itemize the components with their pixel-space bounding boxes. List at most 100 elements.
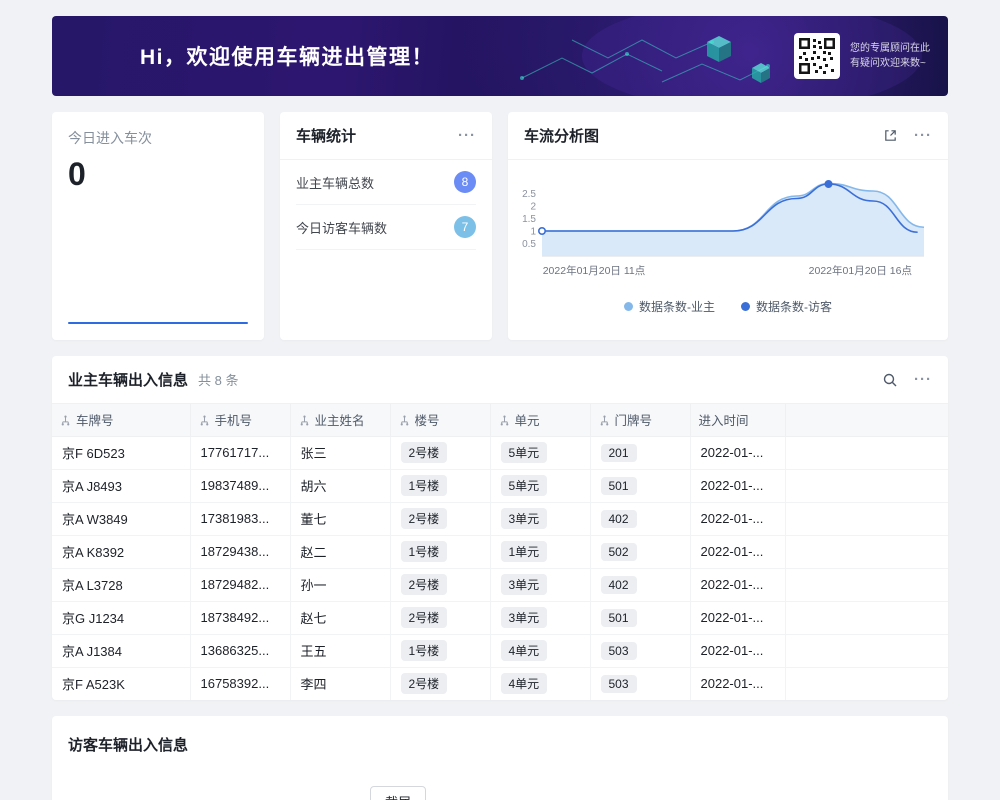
- qr-caption-line2: 有疑问欢迎来数~: [850, 56, 930, 71]
- table-cell-blank: [785, 535, 948, 568]
- table-cell: 1单元: [490, 535, 590, 568]
- owner-table: 车牌号手机号业主姓名楼号单元门牌号进入时间 京F 6D52317761717..…: [52, 404, 948, 700]
- qr-code[interactable]: [794, 33, 840, 79]
- field-type-icon: [599, 415, 610, 426]
- qr-caption-line1: 您的专属顾问在此: [850, 41, 930, 56]
- cell-tag: 1号楼: [401, 640, 448, 661]
- table-cell: 1号楼: [390, 469, 490, 502]
- legend-item[interactable]: 数据条数-业主: [624, 298, 715, 315]
- table-cell: 1号楼: [390, 535, 490, 568]
- legend-item[interactable]: 数据条数-访客: [741, 298, 832, 315]
- table-cell-blank: [785, 601, 948, 634]
- table-row[interactable]: 京A J138413686325...王五1号楼4单元5032022-01-..…: [52, 634, 948, 667]
- owner-vehicle-table-card: 业主车辆出入信息 共 8 条 ··· 车牌号手机号业主姓名楼号单元门牌号进入时间…: [52, 356, 948, 700]
- visitor-table-title: 访客车辆出入信息: [52, 716, 948, 755]
- table-cell: 502: [590, 535, 690, 568]
- qr-code-image: [797, 36, 837, 76]
- field-type-icon: [399, 415, 410, 426]
- stat-item[interactable]: 今日访客车辆数7: [296, 205, 476, 250]
- column-header[interactable]: 门牌号: [590, 404, 690, 436]
- table-row[interactable]: 京F 6D52317761717...张三2号楼5单元2012022-01-..…: [52, 436, 948, 469]
- more-icon[interactable]: ···: [458, 128, 476, 143]
- table-cell-blank: [785, 568, 948, 601]
- column-header-label: 单元: [515, 414, 540, 428]
- table-cell: 17381983...: [190, 502, 290, 535]
- field-type-icon: [499, 415, 510, 426]
- vehicle-stats-card: 车辆统计 ··· 业主车辆总数8今日访客车辆数7: [280, 112, 492, 340]
- table-cell: 18729482...: [190, 568, 290, 601]
- table-cell: 501: [590, 601, 690, 634]
- svg-text:1.5: 1.5: [522, 214, 536, 225]
- cell-tag: 3单元: [501, 574, 548, 595]
- column-header[interactable]: 手机号: [190, 404, 290, 436]
- svg-text:0.5: 0.5: [522, 239, 536, 250]
- column-header[interactable]: 楼号: [390, 404, 490, 436]
- table-cell: 402: [590, 568, 690, 601]
- table-cell: 13686325...: [190, 634, 290, 667]
- table-row[interactable]: 京G J123418738492...赵七2号楼3单元5012022-01-..…: [52, 601, 948, 634]
- table-row[interactable]: 京A L372818729482...孙一2号楼3单元4022022-01-..…: [52, 568, 948, 601]
- cell-tag: 2号楼: [401, 442, 448, 463]
- welcome-banner: Hi，欢迎使用车辆进出管理！: [52, 16, 948, 96]
- column-header-label: 业主姓名: [315, 414, 365, 428]
- column-header-blank: [785, 404, 948, 436]
- banner-consultant-block: 您的专属顾问在此 有疑问欢迎来数~: [794, 16, 930, 96]
- table-cell: 5单元: [490, 436, 590, 469]
- cell-tag: 4单元: [501, 673, 548, 694]
- cell-tag: 503: [601, 642, 637, 660]
- table-cell: 京A L3728: [52, 568, 190, 601]
- table-row[interactable]: 京F A523K16758392...李四2号楼4单元5032022-01-..…: [52, 667, 948, 700]
- column-header-label: 手机号: [215, 414, 253, 428]
- svg-text:2.5: 2.5: [522, 189, 536, 200]
- today-entries-underline: [68, 322, 248, 324]
- table-row[interactable]: 京A K839218729438...赵二1号楼1单元5022022-01-..…: [52, 535, 948, 568]
- cell-tag: 501: [601, 477, 637, 495]
- table-cell: 501: [590, 469, 690, 502]
- table-cell: 18729438...: [190, 535, 290, 568]
- more-icon[interactable]: ···: [914, 372, 932, 387]
- table-cell: 京G J1234: [52, 601, 190, 634]
- column-header-label: 门牌号: [615, 414, 653, 428]
- vehicle-stats-list: 业主车辆总数8今日访客车辆数7: [280, 160, 492, 250]
- table-cell: 2022-01-...: [690, 667, 785, 700]
- table-cell: 2号楼: [390, 667, 490, 700]
- cell-tag: 1单元: [501, 541, 548, 562]
- table-cell: 4单元: [490, 667, 590, 700]
- partial-button[interactable]: 载居: [370, 786, 426, 800]
- legend-dot-icon: [741, 302, 750, 311]
- legend-label: 数据条数-业主: [639, 298, 715, 315]
- table-cell: 3单元: [490, 601, 590, 634]
- table-row[interactable]: 京A W384917381983...董七2号楼3单元4022022-01-..…: [52, 502, 948, 535]
- field-type-icon: [60, 415, 71, 426]
- table-cell: 京A J8493: [52, 469, 190, 502]
- cell-tag: 402: [601, 510, 637, 528]
- more-icon[interactable]: ···: [914, 128, 932, 143]
- table-cell: 京A K8392: [52, 535, 190, 568]
- column-header[interactable]: 车牌号: [52, 404, 190, 436]
- table-cell-blank: [785, 502, 948, 535]
- field-type-icon: [299, 415, 310, 426]
- table-row[interactable]: 京A J849319837489...胡六1号楼5单元5012022-01-..…: [52, 469, 948, 502]
- table-cell: 胡六: [290, 469, 390, 502]
- cell-tag: 4单元: [501, 640, 548, 661]
- table-cell: 5单元: [490, 469, 590, 502]
- stat-item[interactable]: 业主车辆总数8: [296, 160, 476, 205]
- stat-label: 业主车辆总数: [296, 173, 374, 192]
- column-header[interactable]: 进入时间: [690, 404, 785, 436]
- table-cell: 董七: [290, 502, 390, 535]
- column-header[interactable]: 业主姓名: [290, 404, 390, 436]
- table-cell: 16758392...: [190, 667, 290, 700]
- stat-label: 今日访客车辆数: [296, 218, 387, 237]
- chart-legend: 数据条数-业主 数据条数-访客: [508, 298, 948, 315]
- column-header-label: 楼号: [415, 414, 440, 428]
- column-header[interactable]: 单元: [490, 404, 590, 436]
- table-cell: 2号楼: [390, 436, 490, 469]
- cell-tag: 501: [601, 609, 637, 627]
- table-cell-blank: [785, 436, 948, 469]
- table-cell: 19837489...: [190, 469, 290, 502]
- cell-tag: 3单元: [501, 607, 548, 628]
- export-icon[interactable]: [883, 128, 898, 143]
- traffic-chart-svg: 0.511.522.52022年01月20日 11点2022年01月20日 16…: [512, 164, 936, 292]
- search-icon[interactable]: [882, 372, 898, 388]
- svg-text:2022年01月20日 16点: 2022年01月20日 16点: [809, 264, 912, 277]
